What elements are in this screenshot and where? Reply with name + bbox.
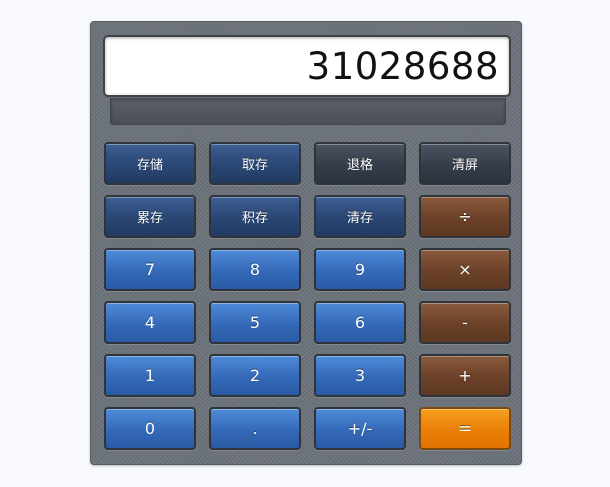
digit-8-button[interactable]: 8 xyxy=(209,248,301,291)
equals-button[interactable]: = xyxy=(419,407,511,450)
digit-1-button[interactable]: 1 xyxy=(104,354,196,397)
digit-3-label: 3 xyxy=(354,366,366,385)
minus-button[interactable]: - xyxy=(419,301,511,344)
digit-9-button[interactable]: 9 xyxy=(314,248,406,291)
divide-button[interactable]: ÷ xyxy=(419,195,511,238)
store-button-label: 存储 xyxy=(136,158,163,173)
display-value: 31028688 xyxy=(306,45,499,88)
multiply-button[interactable]: × xyxy=(419,248,511,291)
digit-7-button[interactable]: 7 xyxy=(104,248,196,291)
minus-button-label: - xyxy=(462,313,468,332)
digit-8-label: 8 xyxy=(249,260,261,279)
digit-9-label: 9 xyxy=(354,260,366,279)
digit-1-label: 1 xyxy=(144,366,156,385)
memory-add-button[interactable]: 累存 xyxy=(104,195,196,238)
digit-6-button[interactable]: 6 xyxy=(314,301,406,344)
clear-screen-button[interactable]: 清屏 xyxy=(419,142,511,185)
digit-7-label: 7 xyxy=(144,260,156,279)
divide-button-label: ÷ xyxy=(458,207,472,226)
digit-3-button[interactable]: 3 xyxy=(314,354,406,397)
negate-button[interactable]: +/- xyxy=(314,407,406,450)
plus-button-label: + xyxy=(458,366,472,385)
plus-button[interactable]: + xyxy=(419,354,511,397)
memory-add-button-label: 累存 xyxy=(136,211,163,226)
multiply-button-label: × xyxy=(458,260,472,279)
equals-button-label: = xyxy=(457,418,473,439)
calculator: 31028688 存储 取存 退格 清屏 累存 积存 清存 ÷ 7 8 9 × … xyxy=(90,21,522,465)
digit-2-label: 2 xyxy=(249,366,261,385)
backspace-button-label: 退格 xyxy=(346,158,373,173)
memory-multiply-button[interactable]: 积存 xyxy=(209,195,301,238)
digit-5-button[interactable]: 5 xyxy=(209,301,301,344)
backspace-button[interactable]: 退格 xyxy=(314,142,406,185)
digit-0-label: 0 xyxy=(144,419,156,438)
digit-4-button[interactable]: 4 xyxy=(104,301,196,344)
decimal-point-label: . xyxy=(252,419,258,438)
recall-button-label: 取存 xyxy=(241,158,268,173)
digit-0-button[interactable]: 0 xyxy=(104,407,196,450)
digit-6-label: 6 xyxy=(354,313,366,332)
negate-button-label: +/- xyxy=(347,419,373,438)
recall-button[interactable]: 取存 xyxy=(209,142,301,185)
display: 31028688 xyxy=(103,35,511,97)
memory-multiply-button-label: 积存 xyxy=(241,211,268,226)
digit-5-label: 5 xyxy=(249,313,261,332)
store-button[interactable]: 存储 xyxy=(104,142,196,185)
decimal-point-button[interactable]: . xyxy=(209,407,301,450)
memory-clear-button-label: 清存 xyxy=(346,211,373,226)
digit-2-button[interactable]: 2 xyxy=(209,354,301,397)
memory-clear-button[interactable]: 清存 xyxy=(314,195,406,238)
memory-indicator-bar xyxy=(110,98,506,125)
clear-screen-button-label: 清屏 xyxy=(451,158,478,173)
digit-4-label: 4 xyxy=(144,313,156,332)
